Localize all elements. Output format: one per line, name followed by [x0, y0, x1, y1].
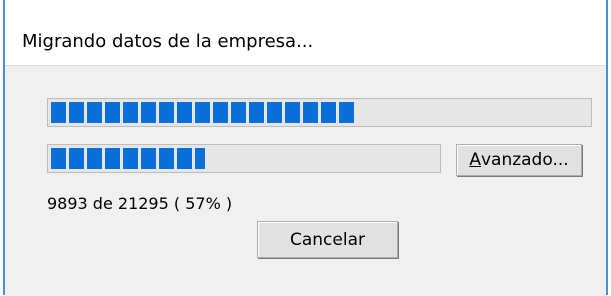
overall-progress-fill [51, 102, 357, 123]
dialog-header: Migrando datos de la empresa... [5, 0, 606, 65]
overall-progress-bar [47, 98, 592, 127]
advanced-button-mnemonic: A [469, 150, 481, 170]
advanced-button[interactable]: Avanzado... [456, 144, 582, 176]
dialog-title: Migrando datos de la empresa... [22, 31, 314, 52]
cancel-button[interactable]: Cancelar [257, 221, 398, 258]
progress-count-text: 9893 de 21295 ( 57% ) [47, 194, 233, 213]
cancel-button-label: Cancelar [290, 229, 365, 250]
advanced-button-label: vanzado... [480, 150, 569, 170]
step-progress-bar [47, 144, 441, 173]
step-progress-fill [51, 148, 205, 169]
